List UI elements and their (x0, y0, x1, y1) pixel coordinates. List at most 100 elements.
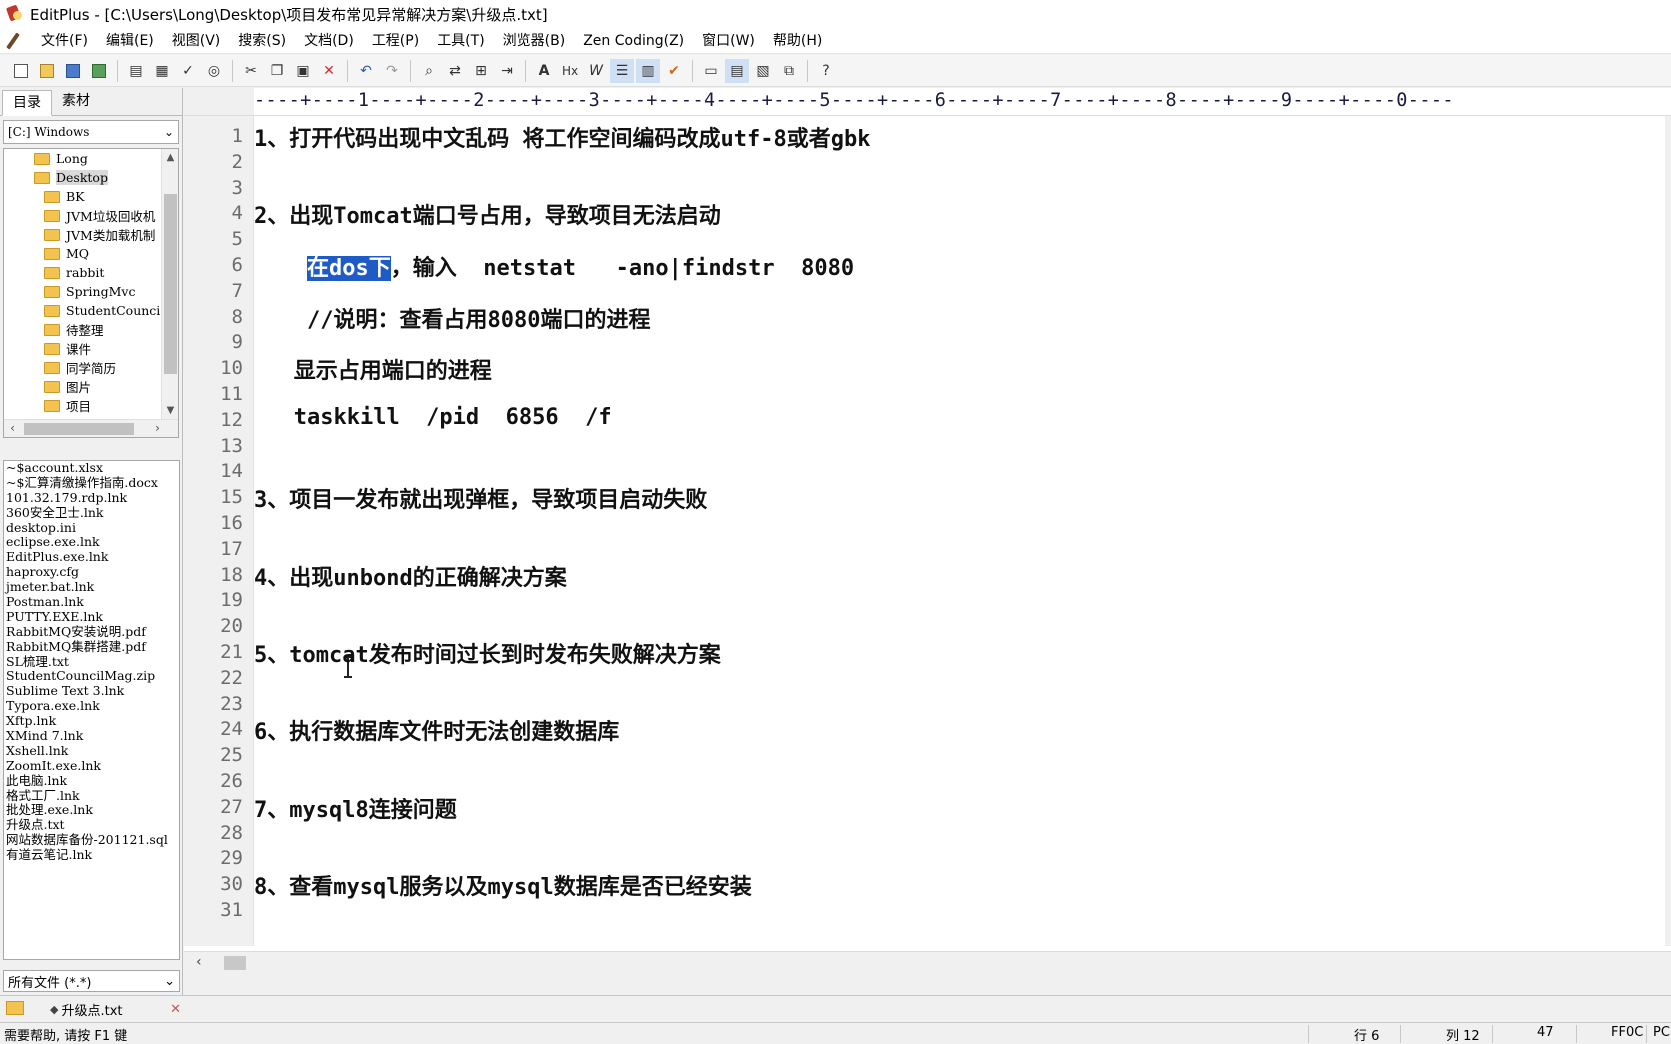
file-list-item[interactable]: eclipse.exe.lnk (4, 535, 179, 550)
print-icon[interactable]: ▦ (150, 59, 174, 83)
spell-check-icon[interactable]: ✓ (176, 59, 200, 83)
menu-help[interactable]: 帮助(H) (764, 29, 831, 53)
file-list-item[interactable]: PUTTY.EXE.lnk (4, 610, 179, 625)
file-list-item[interactable]: Postman.lnk (4, 595, 179, 610)
menu-window[interactable]: 窗口(W) (693, 29, 764, 53)
print-preview-icon[interactable]: ▤ (124, 59, 148, 83)
file-list-item[interactable]: SL梳理.txt (4, 655, 179, 670)
copy-icon[interactable]: ❐ (265, 59, 289, 83)
drive-select[interactable]: [C:] Windows ⌄ (3, 120, 179, 144)
folder-tree-item[interactable]: 待整理 (4, 320, 178, 339)
chevron-left-icon[interactable]: ‹ (196, 954, 202, 970)
menu-view[interactable]: 视图(V) (163, 29, 230, 53)
file-list-item[interactable]: 格式工厂.lnk (4, 789, 179, 804)
menu-browser[interactable]: 浏览器(B) (494, 29, 575, 53)
tab-cliptext[interactable]: 素材 (52, 89, 100, 115)
folder-tree-item[interactable]: 课件 (4, 339, 178, 358)
file-list-item[interactable]: EditPlus.exe.lnk (4, 550, 179, 565)
open-file-icon[interactable] (35, 59, 59, 83)
help-icon[interactable]: ? (814, 59, 838, 83)
folder-tree-vertical-scrollbar[interactable]: ▲ ▼ (161, 149, 178, 419)
goto-line-icon[interactable]: ⇥ (495, 59, 519, 83)
folder-tree-item[interactable]: MQ (4, 244, 178, 263)
menu-tools[interactable]: 工具(T) (428, 29, 493, 53)
editplus-app-icon[interactable] (6, 5, 24, 23)
new-file-icon[interactable] (9, 59, 33, 83)
folder-tree-item[interactable]: JVM垃圾回收机 (4, 206, 178, 225)
folder-tree-item[interactable]: 同学简历 (4, 358, 178, 377)
file-list-item[interactable]: 此电脑.lnk (4, 774, 179, 789)
menu-zen-coding[interactable]: Zen Coding(Z) (574, 29, 693, 53)
editor-vertical-scrollbar[interactable] (1665, 116, 1671, 946)
file-list-item[interactable]: 有道云笔记.lnk (4, 848, 179, 863)
file-list-item[interactable]: StudentCouncilMag.zip (4, 669, 179, 684)
file-list-item[interactable]: Xshell.lnk (4, 744, 179, 759)
menu-edit[interactable]: 编辑(E) (97, 29, 163, 53)
file-list-item[interactable]: ~$account.xlsx (4, 461, 179, 476)
redo-icon[interactable]: ↷ (380, 59, 404, 83)
file-list-item[interactable]: Typora.exe.lnk (4, 699, 179, 714)
save-all-icon[interactable] (87, 59, 111, 83)
scrollbar-thumb[interactable] (24, 423, 134, 435)
find-icon[interactable]: ⌕ (417, 59, 441, 83)
file-list-item[interactable]: RabbitMQ集群搭建.pdf (4, 640, 179, 655)
file-list-item[interactable]: 360安全卫士.lnk (4, 506, 179, 521)
spell-check-auto-icon[interactable]: ✔ (662, 59, 686, 83)
selected-text[interactable]: 在dos下 (306, 256, 391, 281)
menu-project[interactable]: 工程(P) (363, 29, 428, 53)
directory-window-icon[interactable]: ▭ (699, 59, 723, 83)
file-list-item[interactable]: ZoomIt.exe.lnk (4, 759, 179, 774)
code-line[interactable]: 5、tomcat发布时间过长到时发布失败解决方案 (254, 637, 721, 669)
code-line[interactable]: 8、查看mysql服务以及mysql数据库是否已经安装 (254, 869, 752, 901)
folder-tree-item[interactable]: SpringMvc (4, 282, 178, 301)
chevron-right-icon[interactable]: › (149, 420, 166, 437)
font-icon[interactable]: A (532, 59, 556, 83)
menu-document[interactable]: 文档(D) (295, 29, 363, 53)
file-list-item[interactable]: XMind 7.lnk (4, 729, 179, 744)
editor-horizontal-scrollbar[interactable]: ‹ (184, 951, 1671, 973)
replace-icon[interactable]: ⇄ (443, 59, 467, 83)
file-list-item[interactable]: jmeter.bat.lnk (4, 580, 179, 595)
word-wrap-icon[interactable]: W (584, 59, 608, 83)
folder-tree-horizontal-scrollbar[interactable]: ‹ › (4, 419, 178, 437)
ruler-icon[interactable]: ▥ (636, 58, 660, 83)
paste-icon[interactable]: ▣ (291, 59, 315, 83)
folder-tree[interactable]: Long Desktop BK JVM垃圾回收机 JVM类加载机制 MQ rabbit Spr… (3, 148, 179, 438)
code-line[interactable]: 7、mysql8连接问题 (254, 792, 457, 824)
file-list-item[interactable]: 101.32.179.rdp.lnk (4, 491, 179, 506)
text-area[interactable]: 1、打开代码出现中文乱码 将工作空间编码改成utf-8或者gbk 2、出现Tomc… (254, 116, 1671, 946)
document-tab-active[interactable]: ◆ 升级点.txt ✕ (50, 997, 185, 1021)
file-filter-select[interactable]: 所有文件 (*.*) ⌄ (3, 970, 180, 992)
clip-window-icon[interactable]: ▧ (751, 59, 775, 83)
full-screen-icon[interactable]: ⧉ (777, 59, 801, 83)
tab-directory[interactable]: 目录 (2, 90, 52, 116)
menu-search[interactable]: 搜索(S) (229, 29, 295, 53)
file-list-item[interactable]: 网站数据库备份-201121.sql (4, 833, 179, 848)
delete-icon[interactable]: ✕ (317, 59, 341, 83)
chevron-down-icon[interactable]: ▼ (162, 402, 178, 419)
save-icon[interactable] (61, 59, 85, 83)
file-list-item[interactable]: ~$汇算清缴操作指南.docx (4, 476, 179, 491)
code-line[interactable]: 4、出现unbond的正确解决方案 (254, 560, 567, 592)
file-list-item[interactable]: Sublime Text 3.lnk (4, 684, 179, 699)
code-line[interactable]: 显示占用端口的进程 (254, 353, 492, 385)
cut-icon[interactable]: ✂ (239, 59, 263, 83)
file-list-item[interactable]: desktop.ini (4, 521, 179, 536)
folder-tree-item[interactable]: rabbit (4, 263, 178, 282)
chevron-left-icon[interactable]: ‹ (4, 420, 21, 437)
file-list-item[interactable]: haproxy.cfg (4, 565, 179, 580)
code-line[interactable]: 2、出现Tomcat端口号占用，导致项目无法启动 (254, 198, 721, 230)
menu-file[interactable]: 文件(F) (32, 29, 97, 53)
code-line[interactable]: taskkill /pid 6856 /f (254, 405, 612, 430)
file-list-item[interactable]: RabbitMQ安装说明.pdf (4, 625, 179, 640)
undo-icon[interactable]: ↶ (354, 59, 378, 83)
folder-tree-item[interactable]: 图片 (4, 377, 178, 396)
folder-tree-item[interactable]: StudentCounci (4, 301, 178, 320)
code-line[interactable]: 1、打开代码出现中文乱码 将工作空间编码改成utf-8或者gbk (254, 121, 870, 153)
editor-pane[interactable]: ----+----1----+----2----+----3----+----4… (184, 88, 1671, 973)
file-list[interactable]: ~$account.xlsx ~$汇算清缴操作指南.docx 101.32.179.… (3, 460, 180, 960)
code-line[interactable]: //说明：查看占用8080端口的进程 (254, 302, 650, 334)
browser-preview-icon[interactable]: ◎ (202, 59, 226, 83)
file-list-item[interactable]: 批处理.exe.lnk (4, 803, 179, 818)
folder-icon[interactable] (6, 1001, 24, 1015)
